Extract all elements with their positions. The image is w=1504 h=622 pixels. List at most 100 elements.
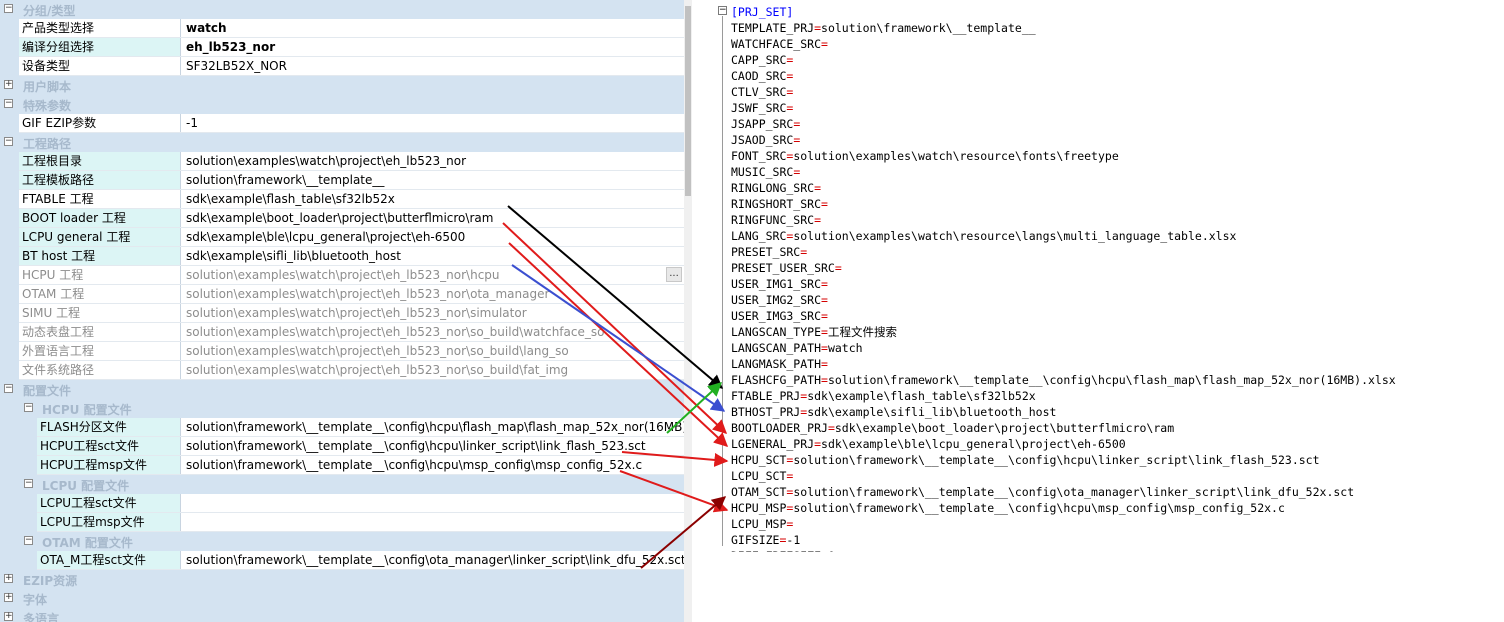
property-value[interactable]: [182, 494, 684, 512]
ini-key: BOOTLOADER_PRJ: [731, 421, 828, 435]
equals-sign: =: [821, 197, 828, 211]
ini-line: LCPU_MSP=: [731, 516, 793, 532]
property-row[interactable]: HCPU工程msp文件 solution\framework\__template…: [0, 456, 684, 475]
property-value[interactable]: sdk\example\flash_table\sf32lb52x: [182, 190, 684, 208]
category-label: HCPU 配置文件: [42, 403, 132, 417]
collapse-icon[interactable]: −: [4, 137, 13, 146]
property-value[interactable]: solution\examples\watch\project\eh_lb523…: [182, 266, 684, 284]
ini-key: CAOD_SRC: [731, 69, 787, 83]
ini-editor[interactable]: − [PRJ_SET] TEMPLATE_PRJ=solution\framewo…: [712, 0, 1504, 552]
property-name: 动态表盘工程: [19, 323, 181, 341]
ini-key: LCPU_SCT: [731, 469, 787, 483]
property-row[interactable]: 设备类型 SF32LB52X_NOR: [0, 57, 684, 76]
property-row[interactable]: HCPU工程sct文件 solution\framework\__template…: [0, 437, 684, 456]
row-gutter: [0, 513, 37, 532]
property-name: LCPU工程msp文件: [37, 513, 181, 531]
property-value[interactable]: solution\framework\__template__\config\h…: [182, 437, 684, 455]
equals-sign: =: [786, 469, 794, 483]
property-value[interactable]: eh_lb523_nor: [182, 38, 684, 56]
ini-line: MUSIC_SRC=: [731, 164, 800, 180]
category-row[interactable]: − 分组/类型: [0, 0, 684, 19]
category-row[interactable]: − HCPU 配置文件: [0, 399, 684, 418]
property-value[interactable]: solution\examples\watch\project\eh_lb523…: [182, 342, 684, 360]
equals-sign: =: [834, 261, 842, 275]
scrollbar-thumb[interactable]: [685, 6, 691, 196]
collapse-icon[interactable]: −: [24, 403, 33, 412]
ini-value: watch: [827, 341, 863, 355]
collapse-icon[interactable]: −: [4, 384, 13, 393]
property-row[interactable]: 编译分组选择 eh_lb523_nor: [0, 38, 684, 57]
row-gutter: [0, 437, 37, 456]
property-row[interactable]: BOOT loader 工程 sdk\example\boot_loader\pr…: [0, 209, 684, 228]
expand-icon[interactable]: +: [4, 80, 13, 89]
property-value[interactable]: sdk\example\ble\lcpu_general\project\eh-…: [182, 228, 684, 246]
property-value[interactable]: sdk\example\boot_loader\project\butterfl…: [182, 209, 684, 227]
row-gutter: [0, 418, 37, 437]
property-row[interactable]: LCPU工程msp文件: [0, 513, 684, 532]
collapse-icon[interactable]: −: [4, 99, 13, 108]
property-grid-scrollbar[interactable]: [684, 0, 692, 622]
category-row[interactable]: + 用户脚本: [0, 76, 684, 95]
browse-button[interactable]: ...: [666, 267, 682, 282]
property-value[interactable]: solution\framework\__template__: [182, 171, 684, 189]
property-row[interactable]: FLASH分区文件 solution\framework\__template__…: [0, 418, 684, 437]
property-row[interactable]: LCPU general 工程 sdk\example\ble\lcpu_gene…: [0, 228, 684, 247]
ini-key: JSAPP_SRC: [731, 117, 794, 131]
property-row[interactable]: 文件系统路径 solution\examples\watch\project\eh…: [0, 361, 684, 380]
category-row[interactable]: − 配置文件: [0, 380, 684, 399]
property-row[interactable]: 动态表盘工程 solution\examples\watch\project\eh…: [0, 323, 684, 342]
property-row[interactable]: GIF EZIP参数 -1: [0, 114, 684, 133]
property-row[interactable]: OTA_M工程sct文件 solution\framework\__templat…: [0, 551, 684, 570]
property-value[interactable]: -1: [182, 114, 684, 132]
property-value[interactable]: SF32LB52X_NOR: [182, 57, 684, 75]
property-value[interactable]: [182, 513, 684, 531]
property-name: 设备类型: [19, 57, 181, 75]
property-row[interactable]: HCPU 工程 solution\examples\watch\project\e…: [0, 266, 684, 285]
ini-line: JSAOD_SRC=: [731, 132, 800, 148]
equals-sign: =: [821, 309, 828, 323]
category-row[interactable]: − 特殊参数: [0, 95, 684, 114]
collapse-icon[interactable]: −: [4, 4, 13, 13]
property-value[interactable]: watch: [182, 19, 684, 37]
property-value[interactable]: sdk\example\sifli_lib\bluetooth_host: [182, 247, 684, 265]
category-row[interactable]: + 字体: [0, 589, 684, 608]
category-row[interactable]: − 工程路径: [0, 133, 684, 152]
property-row[interactable]: 外置语言工程 solution\examples\watch\project\eh…: [0, 342, 684, 361]
property-row[interactable]: 工程模板路径 solution\framework\__template__: [0, 171, 684, 190]
ini-key: BTHOST_PRJ: [731, 405, 801, 419]
ini-line: PRESET_USER_SRC=: [731, 260, 842, 276]
property-value[interactable]: solution\examples\watch\project\eh_lb523…: [182, 361, 684, 379]
ini-line: GIFSIZE=-1: [731, 532, 800, 548]
property-value[interactable]: solution\examples\watch\project\eh_lb523…: [182, 152, 684, 170]
category-row[interactable]: − LCPU 配置文件: [0, 475, 684, 494]
ini-value: solution\framework\__template__\config\h…: [793, 501, 1285, 515]
property-row[interactable]: 产品类型选择 watch: [0, 19, 684, 38]
property-row[interactable]: 工程根目录 solution\examples\watch\project\eh_…: [0, 152, 684, 171]
property-name: 工程模板路径: [19, 171, 181, 189]
collapse-icon[interactable]: −: [24, 536, 33, 545]
property-value[interactable]: solution\framework\__template__\config\h…: [182, 456, 684, 474]
property-row[interactable]: BT host 工程 sdk\example\sifli_lib\bluetoot…: [0, 247, 684, 266]
property-value[interactable]: solution\examples\watch\project\eh_lb523…: [182, 323, 684, 341]
ini-line: LANGSCAN_PATH=watch: [731, 340, 863, 356]
expand-icon[interactable]: +: [4, 574, 13, 583]
equals-sign: =: [800, 245, 808, 259]
collapse-icon[interactable]: −: [24, 479, 33, 488]
property-value[interactable]: solution\framework\__template__\config\h…: [182, 418, 684, 436]
category-label: 多语言: [23, 612, 60, 622]
property-row[interactable]: LCPU工程sct文件: [0, 494, 684, 513]
category-row[interactable]: + 多语言: [0, 608, 684, 622]
expand-icon[interactable]: +: [4, 612, 13, 621]
property-value[interactable]: solution\examples\watch\project\eh_lb523…: [182, 304, 684, 322]
property-value[interactable]: solution\examples\watch\project\eh_lb523…: [182, 285, 684, 303]
property-value[interactable]: solution\framework\__template__\config\o…: [182, 551, 684, 569]
category-row[interactable]: − OTAM 配置文件: [0, 532, 684, 551]
property-row[interactable]: FTABLE 工程 sdk\example\flash_table\sf32lb5…: [0, 190, 684, 209]
ini-line: PRESET_SRC=: [731, 244, 807, 260]
property-row[interactable]: OTAM 工程 solution\examples\watch\project\e…: [0, 285, 684, 304]
expand-icon[interactable]: +: [4, 593, 13, 602]
category-row[interactable]: + EZIP资源: [0, 570, 684, 589]
fold-toggle-icon[interactable]: −: [718, 6, 727, 15]
property-row[interactable]: SIMU 工程 solution\examples\watch\project\e…: [0, 304, 684, 323]
row-gutter: [0, 551, 37, 570]
